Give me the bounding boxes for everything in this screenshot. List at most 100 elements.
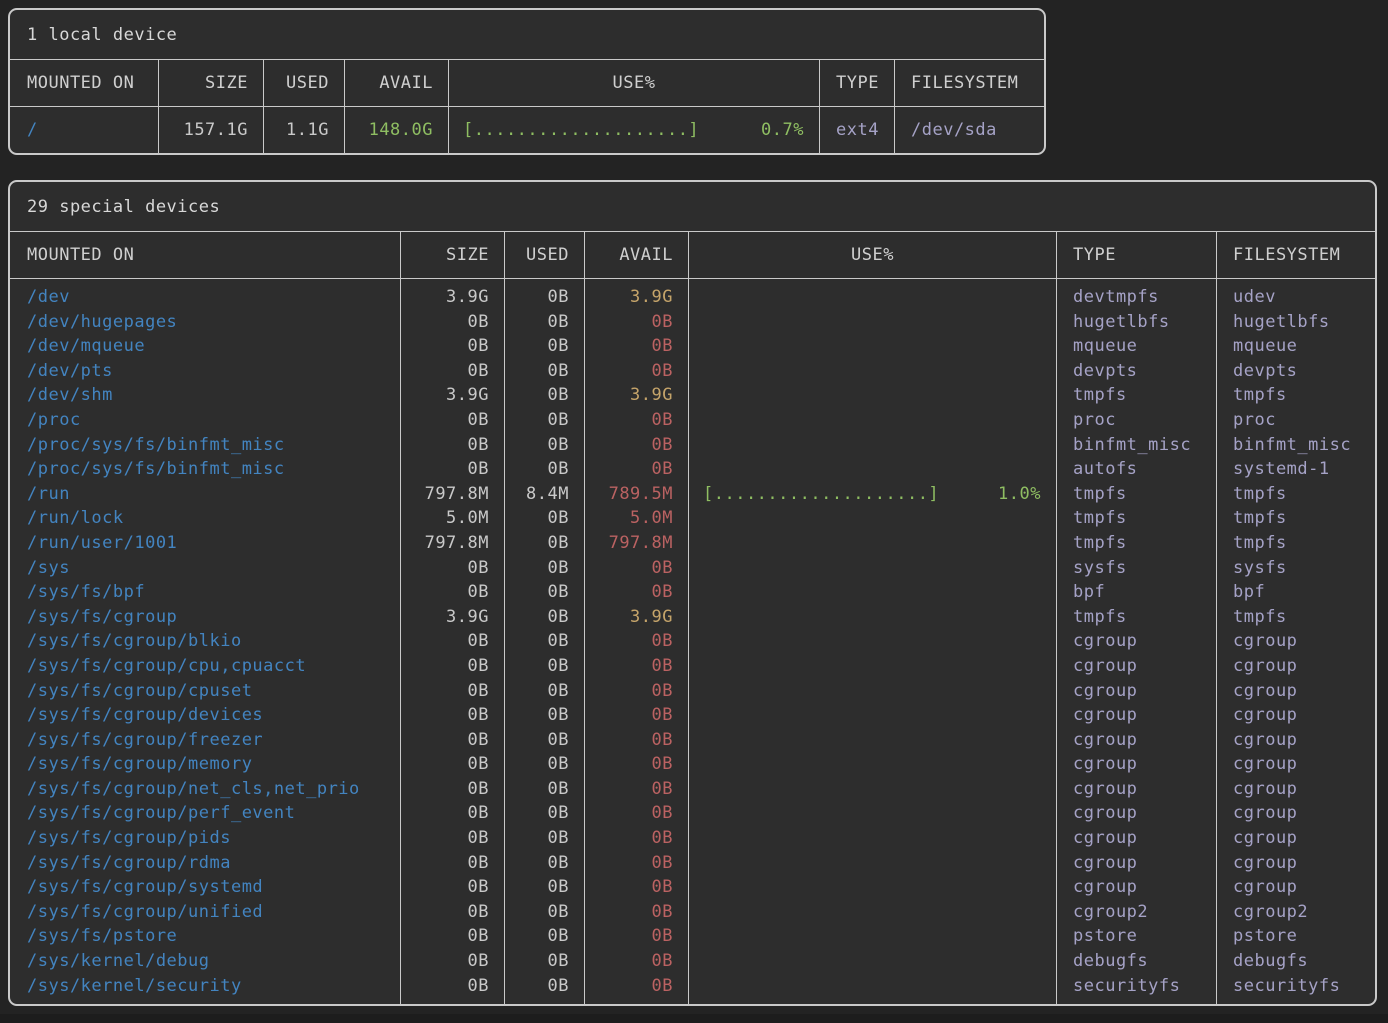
cell-size: 5.0M — [401, 506, 504, 531]
cell-filesystem: tmpfs — [1217, 531, 1375, 556]
cell-filesystem: sysfs — [1217, 556, 1375, 581]
cell-avail: 0B — [585, 679, 688, 704]
cell-used: 0B — [505, 408, 584, 433]
cell-avail: 0B — [585, 703, 688, 728]
cell-used: 0B — [505, 679, 584, 704]
column-1: 3.9G0B0B0B3.9G0B0B0B797.8M5.0M797.8M0B0B… — [401, 279, 505, 1004]
cell-type: devtmpfs — [1057, 285, 1216, 310]
cell-mounted-on: /dev — [10, 285, 400, 310]
terminal-screen: 1 local device MOUNTED ONSIZEUSEDAVAILUS… — [0, 0, 1388, 1023]
cell-avail: 789.5M — [585, 482, 688, 507]
cell-avail: 0B — [585, 801, 688, 826]
cell-mounted-on: /proc — [10, 408, 400, 433]
cell-size: 797.8M — [401, 482, 504, 507]
cell-filesystem: systemd-1 — [1217, 457, 1375, 482]
column-4: [....................]0.7% — [449, 107, 820, 153]
cell-used: 0B — [505, 851, 584, 876]
cell-filesystem: cgroup — [1217, 801, 1375, 826]
cell-avail: 0B — [585, 433, 688, 458]
special-devices-title: 29 special devices — [10, 182, 1375, 232]
cell-size: 0B — [401, 654, 504, 679]
cell-filesystem: mqueue — [1217, 334, 1375, 359]
cell-size: 0B — [401, 359, 504, 384]
column-5: devtmpfshugetlbfsmqueuedevptstmpfsprocbi… — [1057, 279, 1217, 1004]
cell-use-percent: [....................]0.7% — [449, 107, 819, 153]
cell-size: 0B — [401, 433, 504, 458]
cell-filesystem: bpf — [1217, 580, 1375, 605]
cell-filesystem: tmpfs — [1217, 605, 1375, 630]
cell-used: 0B — [505, 875, 584, 900]
cell-avail: 797.8M — [585, 531, 688, 556]
cell-size: 0B — [401, 334, 504, 359]
cell-size: 157.1G — [159, 107, 263, 153]
cell-type: debugfs — [1057, 949, 1216, 974]
cell-use-percent — [689, 285, 1056, 310]
column-header-used: USED — [264, 60, 345, 107]
cell-use-percent — [689, 654, 1056, 679]
cell-avail: 0B — [585, 826, 688, 851]
usage-percent: 0.7% — [761, 107, 804, 153]
cell-size: 0B — [401, 629, 504, 654]
cell-type: cgroup2 — [1057, 900, 1216, 925]
cell-avail: 0B — [585, 408, 688, 433]
cell-type: cgroup — [1057, 851, 1216, 876]
cell-used: 0B — [505, 654, 584, 679]
column-header-filesystem: FILESYSTEM — [895, 60, 1044, 107]
cell-used: 0B — [505, 506, 584, 531]
cell-filesystem: cgroup — [1217, 777, 1375, 802]
cell-mounted-on: /sys/fs/cgroup/cpu,cpuacct — [10, 654, 400, 679]
cell-used: 0B — [505, 629, 584, 654]
cell-mounted-on: /run — [10, 482, 400, 507]
cell-type: cgroup — [1057, 801, 1216, 826]
cell-mounted-on: /proc/sys/fs/binfmt_misc — [10, 433, 400, 458]
cell-filesystem: cgroup — [1217, 752, 1375, 777]
cell-size: 0B — [401, 679, 504, 704]
cell-size: 0B — [401, 310, 504, 335]
cell-avail: 3.9G — [585, 383, 688, 408]
column-0: / — [10, 107, 159, 153]
cell-use-percent — [689, 310, 1056, 335]
cell-used: 1.1G — [264, 107, 344, 153]
cell-filesystem: cgroup — [1217, 703, 1375, 728]
cell-filesystem: cgroup — [1217, 629, 1375, 654]
cell-avail: 0B — [585, 654, 688, 679]
cell-avail: 0B — [585, 949, 688, 974]
cell-type: hugetlbfs — [1057, 310, 1216, 335]
cell-size: 3.9G — [401, 605, 504, 630]
local-devices-header-row: MOUNTED ONSIZEUSEDAVAILUSE%TYPEFILESYSTE… — [10, 60, 1044, 107]
local-devices-table: 1 local device MOUNTED ONSIZEUSEDAVAILUS… — [8, 8, 1046, 155]
cell-use-percent — [689, 974, 1056, 999]
cell-filesystem: devpts — [1217, 359, 1375, 384]
cell-size: 0B — [401, 777, 504, 802]
cell-size: 0B — [401, 752, 504, 777]
cell-avail: 0B — [585, 924, 688, 949]
cell-filesystem: cgroup2 — [1217, 900, 1375, 925]
cell-use-percent — [689, 949, 1056, 974]
cell-size: 0B — [401, 974, 504, 999]
cell-use-percent — [689, 359, 1056, 384]
cell-filesystem: securityfs — [1217, 974, 1375, 999]
cell-mounted-on: /sys/fs/cgroup — [10, 605, 400, 630]
cell-use-percent — [689, 703, 1056, 728]
cell-size: 0B — [401, 580, 504, 605]
column-header-size: SIZE — [401, 232, 505, 279]
cell-use-percent — [689, 334, 1056, 359]
cell-avail: 0B — [585, 851, 688, 876]
cell-use-percent — [689, 752, 1056, 777]
special-devices-header-row: MOUNTED ONSIZEUSEDAVAILUSE%TYPEFILESYSTE… — [10, 232, 1375, 279]
column-6: /dev/sda — [895, 107, 1044, 153]
cell-used: 8.4M — [505, 482, 584, 507]
cell-avail: 0B — [585, 875, 688, 900]
cell-use-percent: [....................]1.0% — [689, 482, 1056, 507]
cell-used: 0B — [505, 359, 584, 384]
cell-avail: 0B — [585, 334, 688, 359]
cell-mounted-on: /sys/fs/cgroup/systemd — [10, 875, 400, 900]
usage-percent: 1.0% — [998, 482, 1041, 507]
cell-used: 0B — [505, 752, 584, 777]
cell-size: 0B — [401, 875, 504, 900]
cell-mounted-on: /dev/mqueue — [10, 334, 400, 359]
cell-mounted-on: /sys/fs/cgroup/devices — [10, 703, 400, 728]
column-4: [....................]1.0% — [689, 279, 1057, 1004]
cell-type: cgroup — [1057, 654, 1216, 679]
cell-used: 0B — [505, 974, 584, 999]
